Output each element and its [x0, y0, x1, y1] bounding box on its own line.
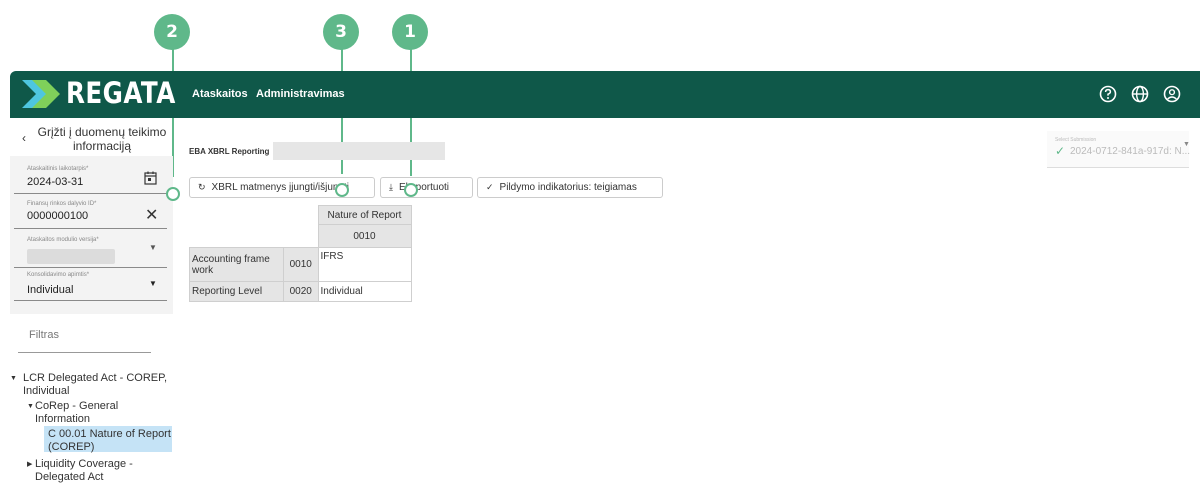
- row-code: 0010: [283, 247, 319, 282]
- export-button[interactable]: ⤓ Eksportuoti: [380, 177, 473, 198]
- xbrl-toggle-label: XBRL matmenys įjungti/išjungti: [211, 182, 350, 193]
- back-arrow-icon[interactable]: ‹: [22, 131, 26, 145]
- fill-indicator-label: Pildymo indikatorius: teigiamas: [499, 182, 637, 193]
- column-header: Nature of Report: [317, 205, 412, 225]
- nav-ataskaitos[interactable]: Ataskaitos: [192, 88, 248, 100]
- download-icon: ⤓: [389, 182, 393, 192]
- period-field[interactable]: [14, 193, 167, 194]
- marker-2-dot: [166, 187, 180, 201]
- consolidation-value: Individual: [27, 284, 74, 296]
- consolidation-field[interactable]: [14, 300, 167, 301]
- participant-id-value: 0000000100: [27, 210, 89, 222]
- consolidation-label: Konsolidavimo apimtis*: [27, 272, 90, 278]
- tree-item-sibling[interactable]: Liquidity Coverage - Delegated Act: [35, 458, 165, 484]
- title-placeholder-bar: [273, 142, 445, 160]
- column-code: 0010: [317, 224, 412, 248]
- close-icon[interactable]: ✕: [145, 205, 158, 225]
- callout-marker-2: 2: [154, 14, 190, 50]
- check-icon: ✓: [1055, 144, 1066, 158]
- module-version-label: Ataskaitos modulio versija*: [27, 237, 99, 243]
- participant-id-field[interactable]: [14, 228, 167, 229]
- participant-id-label: Finansų rinkos dalyvio ID*: [27, 201, 97, 207]
- submission-value: 2024-0712-841a-917d: N...: [1070, 146, 1191, 157]
- callout-marker-1: 1: [392, 14, 428, 50]
- row-label: Reporting Level: [189, 281, 284, 302]
- chevron-down-icon[interactable]: ▼: [149, 243, 157, 252]
- tree-item-root[interactable]: LCR Delegated Act - COREP, Individual: [23, 372, 168, 398]
- user-icon[interactable]: [1162, 84, 1182, 104]
- regata-logo-icon: [22, 80, 60, 108]
- check-icon: ✓: [486, 182, 494, 192]
- row-code: 0020: [283, 281, 319, 302]
- tree-item-child[interactable]: CoRep - General Information: [35, 400, 155, 426]
- period-value: 2024-03-31: [27, 176, 84, 188]
- globe-icon[interactable]: [1130, 84, 1150, 104]
- module-version-value: [27, 249, 115, 264]
- calendar-icon[interactable]: [144, 171, 157, 185]
- tree-expanded-icon[interactable]: ▼: [10, 372, 17, 385]
- refresh-icon: ↻: [198, 182, 206, 192]
- marker-3-dot: [335, 183, 349, 197]
- callout-marker-3: 3: [323, 14, 359, 50]
- table-cell[interactable]: Individual: [317, 281, 412, 302]
- tree-expanded-icon[interactable]: ▼: [27, 400, 34, 413]
- period-label: Ataskaitinis laikotarpis*: [27, 166, 89, 172]
- fill-indicator-button[interactable]: ✓ Pildymo indikatorius: teigiamas: [477, 177, 663, 198]
- table-cell[interactable]: IFRS: [317, 247, 412, 282]
- filter-underline: [18, 352, 151, 353]
- top-header: REGATA Ataskaitos Administravimas: [10, 71, 1200, 118]
- marker-1-dot: [404, 183, 418, 197]
- help-icon[interactable]: [1098, 84, 1118, 104]
- tree-collapsed-icon[interactable]: ▶: [27, 458, 32, 471]
- tree-item-selected[interactable]: C 00.01 Nature of Report (COREP): [48, 428, 172, 454]
- chevron-down-icon[interactable]: ▼: [149, 279, 157, 288]
- table-corner: [284, 206, 319, 225]
- row-label: Accounting frame work: [189, 247, 284, 282]
- submission-label: Select Submission: [1055, 137, 1097, 143]
- report-table: Nature of Report 0010 Accounting frame w…: [189, 205, 412, 302]
- back-link[interactable]: Grįžti į duomenų teikimo informaciją: [32, 125, 172, 153]
- table-corner: [190, 225, 284, 248]
- table-corner: [190, 206, 284, 225]
- chevron-down-icon[interactable]: ▼: [1183, 141, 1190, 148]
- nav-administravimas[interactable]: Administravimas: [256, 88, 345, 100]
- filter-input[interactable]: Filtras: [29, 329, 59, 341]
- module-version-field[interactable]: [14, 267, 167, 268]
- page-title: EBA XBRL Reporting: [189, 147, 270, 156]
- table-corner: [284, 225, 319, 248]
- logo-text: REGATA: [66, 76, 176, 110]
